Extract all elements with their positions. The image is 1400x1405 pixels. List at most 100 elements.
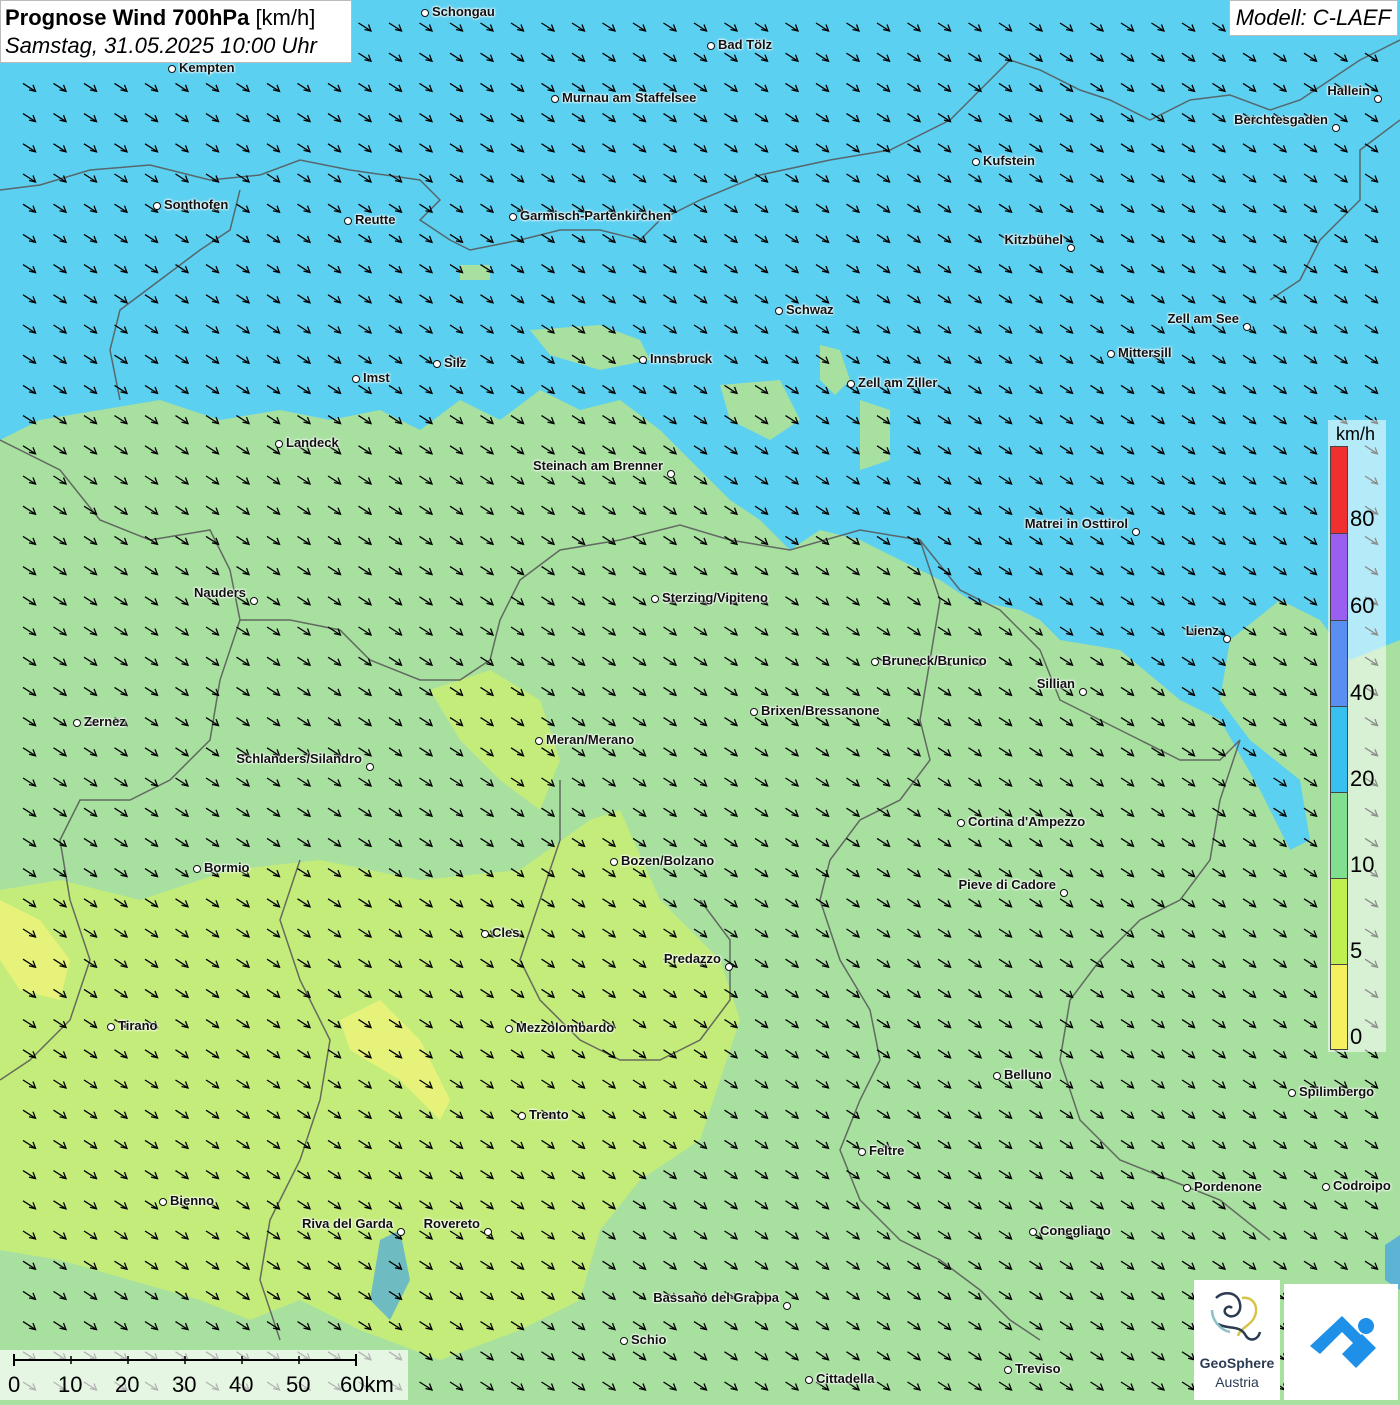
city-label: Pieve di Cadore <box>958 877 1056 892</box>
city-marker <box>1223 635 1231 643</box>
city-marker <box>610 858 618 866</box>
city-marker <box>159 1198 167 1206</box>
city-marker <box>1067 244 1075 252</box>
city-label: Reutte <box>355 212 396 227</box>
scale-label-0: 0 <box>8 1372 21 1397</box>
city-marker <box>509 213 517 221</box>
city-label: Feltre <box>869 1143 905 1158</box>
city-label: Codroipo <box>1333 1178 1391 1193</box>
legend-label-0: 0 <box>1350 1024 1363 1049</box>
city-label: Cles <box>492 925 520 940</box>
city-marker <box>1288 1089 1296 1097</box>
city-marker <box>1243 323 1251 331</box>
city-label: Cittadella <box>816 1371 875 1386</box>
city-marker <box>957 819 965 827</box>
city-label: Schongau <box>432 4 495 19</box>
city-label: Tirano <box>118 1018 158 1033</box>
legend-color-40 <box>1330 620 1348 708</box>
city-marker <box>847 380 855 388</box>
city-marker <box>639 356 647 364</box>
city-label: Hallein <box>1327 83 1370 98</box>
legend-label-40: 40 <box>1350 680 1375 705</box>
app-logo[interactable] <box>1284 1284 1398 1400</box>
legend-color-0 <box>1330 964 1348 1050</box>
city-marker <box>535 737 543 745</box>
legend-label-80: 80 <box>1350 506 1375 531</box>
city-marker <box>775 307 783 315</box>
city-label: Spilimbergo <box>1299 1084 1375 1099</box>
city-marker <box>397 1228 405 1236</box>
city-marker <box>421 9 429 17</box>
city-marker <box>193 865 201 873</box>
city-marker <box>667 470 675 478</box>
geosphere-logo[interactable]: GeoSphere Austria <box>1194 1280 1280 1400</box>
city-label: Berchtesgaden <box>1234 112 1328 127</box>
city-marker <box>1107 350 1115 358</box>
city-marker <box>73 719 81 727</box>
city-marker <box>707 42 715 50</box>
city-marker <box>505 1025 513 1033</box>
city-marker <box>725 963 733 971</box>
city-marker <box>344 217 352 225</box>
city-label: Mittersill <box>1118 345 1172 360</box>
city-label: Sonthofen <box>164 197 229 212</box>
city-label: Meran/Merano <box>546 732 635 747</box>
city-marker <box>433 360 441 368</box>
geosphere-logo-subtext: Austria <box>1215 1374 1259 1390</box>
city-label: Predazzo <box>663 951 721 966</box>
city-marker <box>750 708 758 716</box>
city-marker <box>858 1148 866 1156</box>
legend-label-10: 10 <box>1350 852 1375 877</box>
city-label: Silz <box>444 355 467 370</box>
legend-label-5: 5 <box>1350 938 1363 963</box>
city-marker <box>107 1023 115 1031</box>
city-marker <box>1029 1228 1037 1236</box>
city-label: Sillian <box>1036 676 1075 691</box>
city-marker <box>1332 124 1340 132</box>
city-label: Nauders <box>193 585 246 600</box>
geosphere-icon <box>1210 1291 1262 1341</box>
city-label: Bad Tölz <box>718 37 773 52</box>
legend-label-20: 20 <box>1350 766 1375 791</box>
city-label: Bassano del Grappa <box>653 1290 779 1305</box>
city-marker <box>1132 528 1140 536</box>
scale-label-10: 10 <box>58 1372 83 1397</box>
legend-unit: km/h <box>1336 424 1376 444</box>
city-label: Landeck <box>286 435 339 450</box>
city-marker <box>620 1337 628 1345</box>
city-marker <box>168 65 176 73</box>
city-label: Imst <box>363 370 390 385</box>
city-marker <box>1183 1184 1191 1192</box>
city-label: Riva del Garda <box>301 1216 393 1231</box>
city-marker <box>871 658 879 666</box>
city-label: Steinach am Brenner <box>532 458 663 473</box>
city-label: Zell am Ziller <box>858 375 938 390</box>
city-label: Brixen/Bressanone <box>761 703 880 718</box>
city-label: Trento <box>529 1107 569 1122</box>
city-marker <box>1060 889 1068 897</box>
city-label: Bienno <box>170 1193 215 1208</box>
city-label: Kufstein <box>983 153 1035 168</box>
city-marker <box>275 440 283 448</box>
city-marker <box>551 95 559 103</box>
map-title: Prognose Wind 700hPa [km/h] <box>5 5 316 30</box>
geosphere-logo-text: GeoSphere <box>1199 1355 1275 1371</box>
city-marker <box>1374 95 1382 103</box>
scale-label-60km: 60km <box>340 1372 394 1397</box>
city-marker <box>1322 1183 1330 1191</box>
city-label: Sterzing/Vipiteno <box>662 590 768 605</box>
city-label: Matrei in Osttirol <box>1024 516 1128 531</box>
scale-label-40: 40 <box>229 1372 254 1397</box>
legend-color-10 <box>1330 792 1348 880</box>
legend-color-80 <box>1330 446 1348 534</box>
city-marker <box>783 1302 791 1310</box>
city-label: Kitzbühel <box>1004 232 1064 247</box>
model-label: Modell: C-LAEF <box>1228 0 1398 36</box>
city-marker <box>993 1072 1001 1080</box>
city-marker <box>484 1228 492 1236</box>
city-label: Cortina d'Ampezzo <box>968 814 1086 829</box>
city-marker <box>1004 1366 1012 1374</box>
city-label: Rovereto <box>423 1216 480 1231</box>
legend-color-60 <box>1330 533 1348 621</box>
city-label: Bormio <box>204 860 250 875</box>
